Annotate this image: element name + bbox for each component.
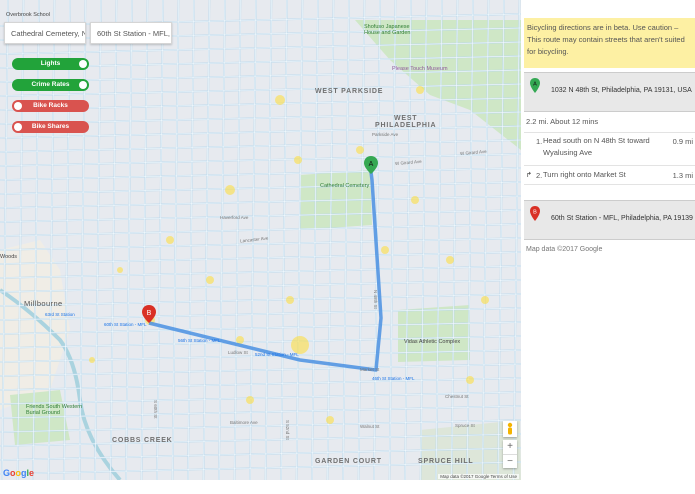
street-label-baltimore-ave: Baltimore Ave (230, 420, 258, 425)
google-logo: Google (3, 468, 35, 478)
directions-panel: Bicycling directions are in beta. Use ca… (524, 18, 695, 494)
map-canvas[interactable]: WEST PARKSIDE WEST PHILADELPHIA Millbour… (0, 0, 521, 480)
street-label-s-60th-st: S 60th St (153, 400, 158, 419)
area-label-cobbs-creek: COBBS CREEK (112, 437, 173, 444)
turn-right-icon: ↱ (526, 172, 532, 179)
step-number: 1. (536, 137, 543, 146)
toggle-knob (79, 60, 87, 68)
toggle-knob (14, 102, 22, 110)
area-label-spruce-hill: SPRUCE HILL (418, 458, 474, 465)
svg-text:B: B (533, 210, 537, 216)
station-label-63rd: 63rd St Station (45, 312, 75, 317)
step-distance: 1.3 mi (672, 171, 693, 180)
poi-school: Overbrook School (6, 12, 51, 18)
street-label-chestnut-st: Chestnut St (445, 394, 469, 399)
station-label-46th: 46th St Station - MFL (372, 376, 415, 381)
area-label-millbourne: Millbourne (24, 299, 63, 308)
waypoint-end[interactable]: B 60th St Station - MFL, Philadelphia, P… (524, 200, 695, 240)
street-label-spruce-st: Spruce St (455, 423, 475, 428)
street-label-s-52nd-st: S 52nd St (285, 420, 290, 440)
destination-input[interactable]: 60th St Station - MFL, Ph... (90, 22, 172, 44)
street-label-walnut-st: Walnut St (360, 424, 380, 429)
vidas-park (398, 305, 470, 362)
waypoint-start[interactable]: A 1032 N 48th St, Philadelphia, PA 19131… (524, 72, 695, 112)
toggle-crime-rates-label: Crime Rates (31, 81, 70, 88)
street-view-pegman-icon[interactable] (503, 421, 517, 437)
route-summary: 2.2 mi. About 12 mins (526, 117, 599, 126)
poi-please-touch-museum: Please Touch Museum (392, 66, 448, 72)
station-label-60th: 60th St Station - MFL (104, 322, 147, 327)
end-address: 60th St Station - MFL, Philadelphia, PA … (551, 215, 693, 222)
toggle-bike-shares[interactable]: Bike Shares (12, 121, 89, 133)
toggle-lights-label: Lights (40, 60, 61, 67)
toggle-lights[interactable]: Lights (12, 58, 89, 70)
origin-input[interactable]: Cathedral Cemetery, Nor... (4, 22, 86, 44)
beta-warning: Bicycling directions are in beta. Use ca… (524, 18, 695, 68)
area-label-west-philadelphia: WEST PHILADELPHIA (375, 115, 437, 129)
map-data-credit: Map data ©2017 Google (526, 246, 603, 253)
area-label-west-parkside: WEST PARKSIDE (315, 88, 384, 95)
marker-b-icon[interactable]: B (142, 305, 156, 323)
toggle-crime-rates[interactable]: Crime Rates (12, 79, 89, 91)
marker-a-icon[interactable]: A (364, 156, 378, 174)
marker-a-icon: A (530, 78, 540, 93)
toggle-knob (14, 123, 22, 131)
street-label-ludlow-st: Ludlow St (228, 350, 248, 355)
station-label-52nd: 52nd St Station - MFL (255, 352, 299, 357)
street-label-haverford-ave: Haverford Ave (220, 215, 249, 220)
svg-text:A: A (533, 82, 537, 88)
marker-b-icon: B (530, 206, 540, 221)
zoom-out-button[interactable]: − (503, 455, 517, 468)
poi-woods: Woods (0, 254, 18, 260)
toggle-bike-racks[interactable]: Bike Racks (12, 100, 89, 112)
poi-friends-burial-ground: Friends South Western Burial Ground (26, 404, 83, 416)
step-number: 2. (536, 171, 543, 180)
zoom-in-button[interactable]: + (503, 440, 517, 455)
zoom-control: + − (503, 440, 517, 468)
svg-text:B: B (147, 310, 152, 317)
toggle-bike-racks-label: Bike Racks (33, 102, 68, 109)
toggle-bike-shares-label: Bike Shares (31, 123, 70, 130)
step-distance: 0.9 mi (672, 137, 693, 146)
direction-step[interactable]: 1. Head south on N 48th St toward Wyalus… (524, 132, 695, 164)
station-label-56th: 56th St Station - MFL (178, 338, 221, 343)
map-attribution[interactable]: Map data ©2017 Google Terms of Use (438, 474, 519, 479)
direction-step[interactable]: ↱ 2. Turn right onto Market St 1.3 mi (524, 165, 695, 185)
poi-japanese-house: Shofuso Japanese House and Garden (364, 24, 411, 36)
street-label-n-48th-st: N 48th St (373, 290, 378, 309)
poi-vidas-athletic-complex: Vidas Athletic Complex (404, 339, 461, 345)
step-text: Head south on N 48th St toward Wyalusing… (543, 136, 650, 157)
area-label-garden-court: GARDEN COURT (315, 458, 382, 465)
poi-cathedral-cemetery: Cathedral Cemetery (320, 183, 370, 189)
street-label-market-st: Market St (360, 367, 380, 372)
toggle-knob (79, 81, 87, 89)
start-address: 1032 N 48th St, Philadelphia, PA 19131, … (551, 87, 692, 94)
street-label-parkside-ave: Parkside Ave (372, 132, 399, 137)
svg-text:A: A (369, 161, 374, 168)
step-text: Turn right onto Market St (543, 170, 626, 179)
